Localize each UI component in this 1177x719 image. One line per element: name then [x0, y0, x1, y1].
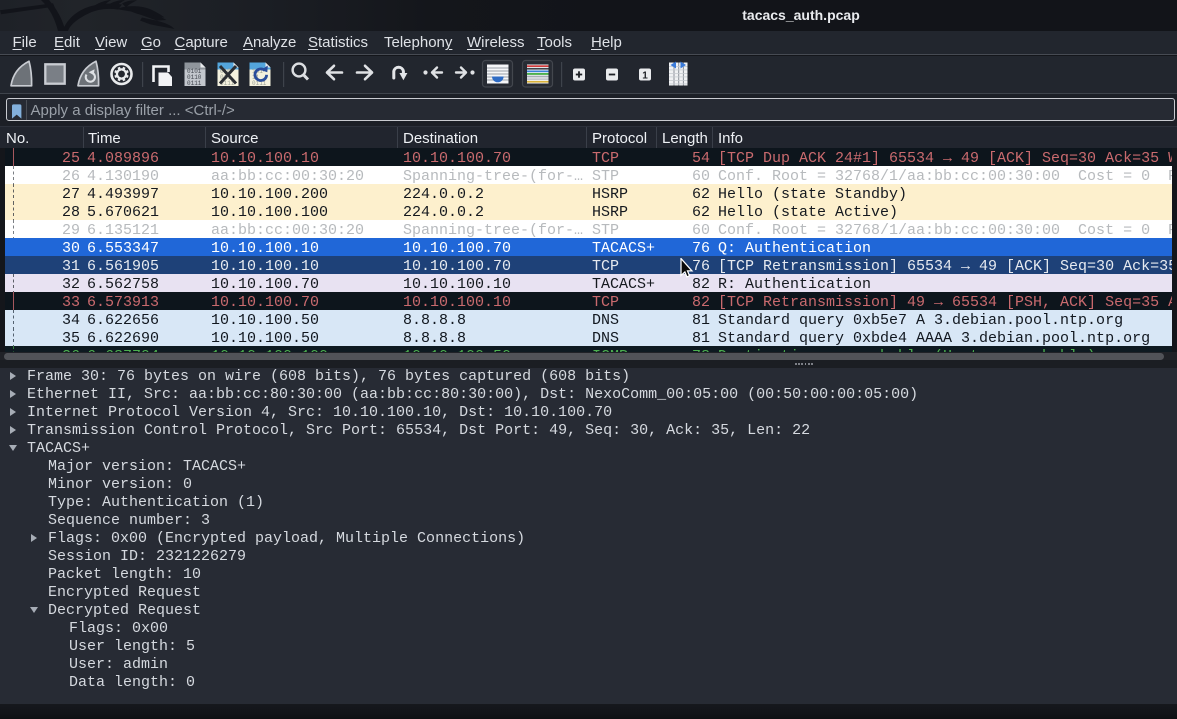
- svg-text:0111: 0111: [187, 80, 202, 87]
- svg-text:1: 1: [642, 71, 648, 82]
